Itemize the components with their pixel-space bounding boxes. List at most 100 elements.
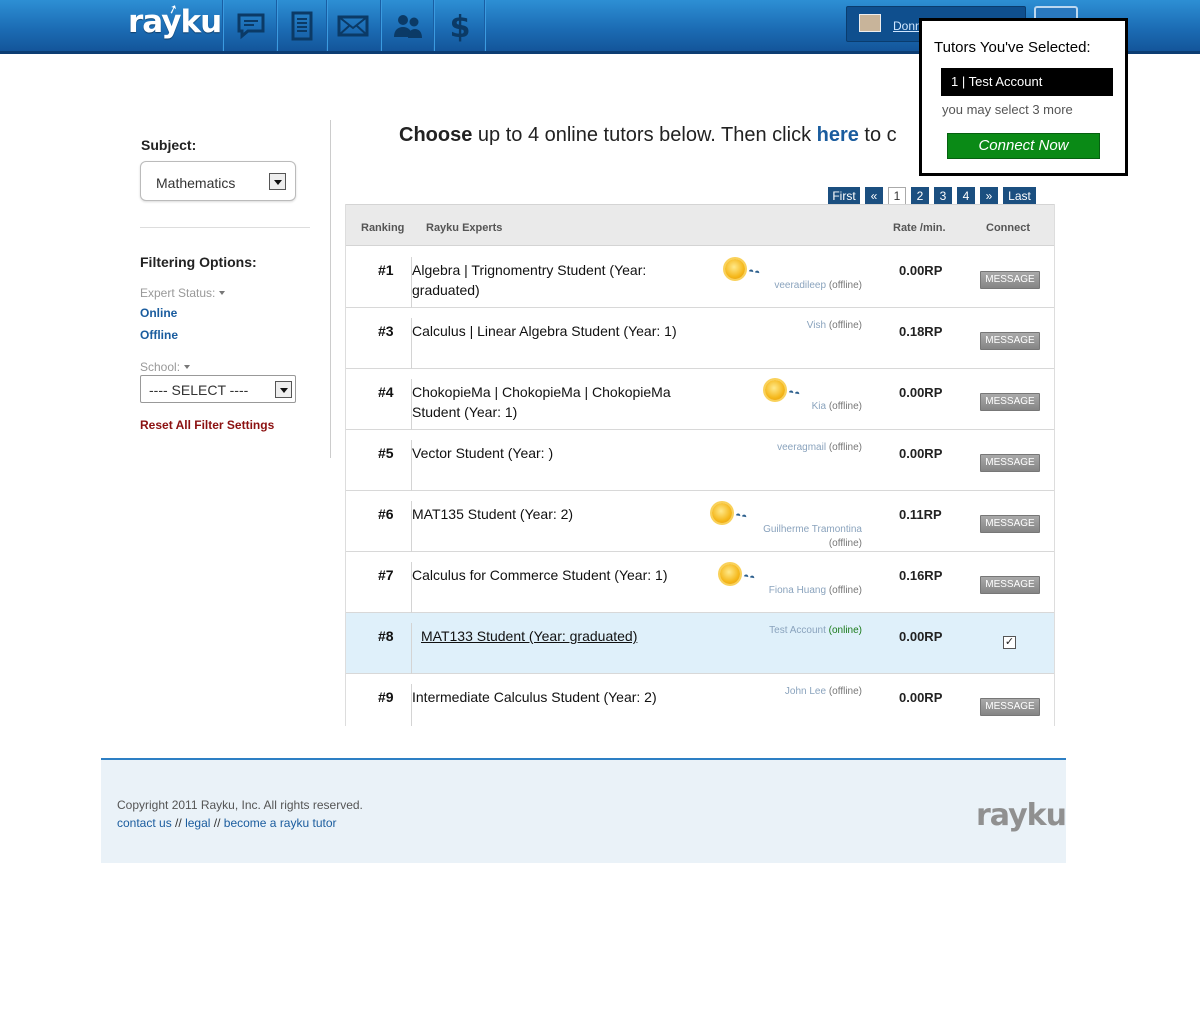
row-rank: #7 [378, 567, 394, 583]
row-rate: 0.11RP [899, 507, 942, 522]
status-text: (offline) [828, 442, 862, 453]
nav-separator [484, 0, 485, 51]
tutor-name[interactable]: veeragmail [777, 442, 826, 453]
subject-select[interactable]: Mathematics [140, 161, 296, 201]
here-link[interactable]: here [817, 124, 859, 146]
footer-links: contact us // legal // become a rayku tu… [117, 816, 337, 830]
people-icon[interactable] [384, 4, 432, 48]
row-title[interactable]: Calculus for Commerce Student (Year: 1) [412, 565, 712, 585]
filtering-options-label: Filtering Options: [140, 254, 257, 270]
school-dropdown-label[interactable]: School: [140, 360, 191, 374]
pagination-page-3[interactable]: 3 [934, 187, 952, 205]
reset-filters-link[interactable]: Reset All Filter Settings [140, 418, 274, 432]
pagination-prev[interactable]: « [865, 187, 883, 205]
pagination-page-4[interactable]: 4 [957, 187, 975, 205]
status-text: (offline) [828, 280, 862, 291]
message-button[interactable]: MESSAGE [980, 576, 1040, 594]
selected-tutors-popup: Tutors You've Selected: 1 | Test Account… [919, 18, 1128, 176]
pagination-last[interactable]: Last [1003, 187, 1036, 205]
divider [140, 227, 310, 228]
page-heading: Choose up to 4 online tutors below. Then… [399, 124, 919, 147]
row-rank: #6 [378, 506, 394, 522]
tutor-status[interactable]: Kia (offline) [812, 401, 862, 412]
pagination-next[interactable]: » [980, 187, 998, 205]
row-title[interactable]: Calculus | Linear Algebra Student (Year:… [412, 321, 712, 341]
header-experts: Rayku Experts [426, 222, 503, 234]
header-rate: Rate /min. [893, 222, 946, 234]
dollar-icon[interactable]: $ [436, 4, 484, 48]
subject-label: Subject: [141, 137, 197, 153]
row-title[interactable]: Intermediate Calculus Student (Year: 2) [412, 687, 712, 707]
status-text: (online) [828, 625, 862, 636]
nav-separator [433, 0, 434, 51]
cell-divider [411, 623, 412, 674]
table-row-selected[interactable]: #8 MAT133 Student (Year: graduated) Test… [346, 613, 1054, 674]
row-title[interactable]: Algebra | Trignomentry Student (Year: gr… [412, 260, 677, 300]
tutor-name[interactable]: veeradileep [774, 280, 826, 291]
row-rank: #4 [378, 384, 394, 400]
svg-text:$: $ [450, 10, 471, 42]
table-row[interactable]: #4 ChokopieMa | ChokopieMa | ChokopieMa … [346, 369, 1054, 430]
message-button[interactable]: MESSAGE [980, 515, 1040, 533]
tutor-status[interactable]: Fiona Huang (offline) [769, 585, 862, 596]
tutor-name[interactable]: John Lee [785, 686, 826, 697]
tutor-name[interactable]: Kia [812, 401, 826, 412]
heading-text: up to 4 online tutors below. Then click [472, 124, 817, 146]
school-select[interactable]: ---- SELECT ---- [140, 375, 296, 403]
tutor-status[interactable]: Vish (offline) [807, 320, 862, 331]
table-row[interactable]: #3 Calculus | Linear Algebra Student (Ye… [346, 308, 1054, 369]
tutor-name[interactable]: Fiona Huang [769, 585, 826, 596]
filter-online-link[interactable]: Online [140, 306, 177, 320]
become-tutor-link[interactable]: become a rayku tutor [224, 816, 337, 830]
row-title[interactable]: ChokopieMa | ChokopieMa | ChokopieMa Stu… [412, 382, 677, 422]
connect-now-button[interactable]: Connect Now [947, 133, 1100, 159]
message-button[interactable]: MESSAGE [980, 271, 1040, 289]
tutor-name[interactable]: Guilherme Tramontina [763, 524, 862, 535]
row-title[interactable]: MAT133 Student (Year: graduated) [421, 626, 741, 646]
tutor-status[interactable]: John Lee (offline) [785, 686, 862, 697]
popup-title: Tutors You've Selected: [934, 39, 1091, 56]
sun-badge-icon [765, 380, 785, 400]
table-row[interactable]: #7 Calculus for Commerce Student (Year: … [346, 552, 1054, 613]
avatar [859, 14, 881, 32]
document-icon[interactable] [278, 4, 326, 48]
message-button[interactable]: MESSAGE [980, 332, 1040, 350]
tutor-status[interactable]: Test Account (online) [769, 625, 862, 636]
tutor-status[interactable]: veeradileep (offline) [774, 280, 862, 291]
table-row[interactable]: #6 MAT135 Student (Year: 2) ◓◓ Guilherme… [346, 491, 1054, 552]
row-rate: 0.00RP [899, 629, 943, 644]
status-text: (offline) [828, 401, 862, 412]
table-row[interactable]: #9 Intermediate Calculus Student (Year: … [346, 674, 1054, 726]
sun-badge-icon [725, 259, 745, 279]
chat-bubble-icon[interactable] [227, 4, 275, 48]
page-footer: Copyright 2011 Rayku, Inc. All rights re… [101, 758, 1067, 863]
table-row[interactable]: #5 Vector Student (Year: ) veeragmail (o… [346, 430, 1054, 491]
message-button[interactable]: MESSAGE [980, 393, 1040, 411]
legal-link[interactable]: legal [185, 816, 210, 830]
row-title[interactable]: Vector Student (Year: ) [412, 443, 677, 463]
row-rate: 0.00RP [899, 385, 943, 400]
pagination-page-1[interactable]: 1 [888, 187, 906, 205]
row-rate: 0.18RP [899, 324, 943, 339]
mail-icon[interactable] [329, 4, 377, 48]
pagination-first[interactable]: First [828, 187, 860, 205]
contact-us-link[interactable]: contact us [117, 816, 172, 830]
tutor-name[interactable]: Test Account [769, 625, 826, 636]
selected-tutor-item[interactable]: 1 | Test Account [941, 68, 1113, 96]
table-row[interactable]: #1 Algebra | Trignomentry Student (Year:… [346, 247, 1054, 308]
message-button[interactable]: MESSAGE [980, 454, 1040, 472]
tutor-name[interactable]: Vish [807, 320, 826, 331]
tutor-table: Ranking Rayku Experts Rate /min. Connect… [345, 204, 1055, 726]
expert-status-dropdown[interactable]: Expert Status: [140, 286, 226, 300]
filter-offline-link[interactable]: Offline [140, 328, 178, 342]
message-button[interactable]: MESSAGE [980, 698, 1040, 716]
connect-checkbox[interactable]: ✓ [1003, 636, 1016, 649]
row-rank: #8 [378, 628, 394, 644]
pagination-page-2[interactable]: 2 [911, 187, 929, 205]
status-text: (offline) [828, 538, 862, 549]
user-name-link[interactable]: Donn [893, 19, 922, 33]
tutor-status[interactable]: veeragmail (offline) [777, 442, 862, 453]
row-rank: #3 [378, 323, 394, 339]
goggles-icon: ◓◓ [747, 266, 761, 279]
row-title[interactable]: MAT135 Student (Year: 2) [412, 504, 677, 524]
